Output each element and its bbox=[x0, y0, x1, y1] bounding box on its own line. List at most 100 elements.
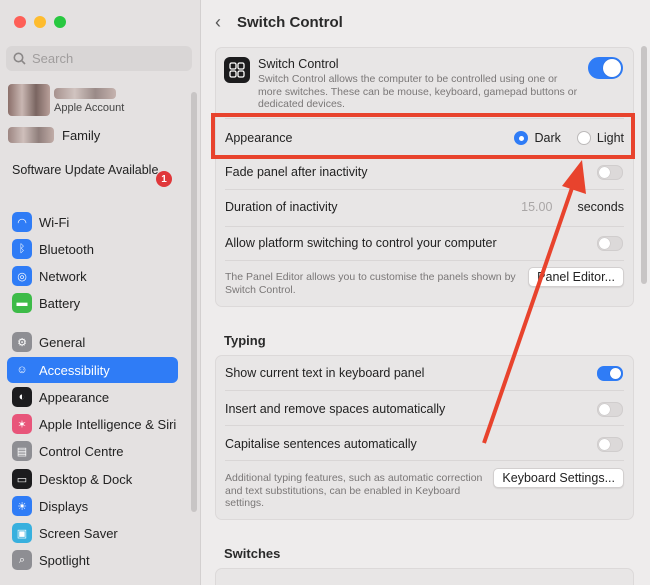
apple-account-item[interactable]: Apple Account bbox=[8, 84, 188, 118]
appearance-icon: ◐ bbox=[12, 387, 32, 407]
switch-control-card: Switch Control Switch Control allows the… bbox=[215, 47, 634, 307]
family-item[interactable]: Family bbox=[8, 126, 188, 146]
sidebar-item-bluetooth[interactable]: ᛒ Bluetooth bbox=[7, 236, 178, 262]
sidebar-item-label: Appearance bbox=[39, 389, 110, 405]
search-placeholder: Search bbox=[32, 51, 74, 66]
sidebar-item-screen-saver[interactable]: ▣ Screen Saver bbox=[7, 520, 178, 546]
gear-icon: ⚙ bbox=[12, 332, 32, 352]
insert-spaces-toggle[interactable] bbox=[597, 402, 623, 417]
duration-row: Duration of inactivity 15.00 ↕ seconds bbox=[225, 197, 624, 217]
minimize-window-button[interactable] bbox=[34, 16, 46, 28]
sidebar-item-label: Screen Saver bbox=[39, 525, 118, 541]
fade-panel-label: Fade panel after inactivity bbox=[225, 165, 368, 179]
divider bbox=[225, 226, 624, 227]
duration-value[interactable]: 15.00 bbox=[521, 200, 552, 214]
sidebar-item-label: Control Centre bbox=[39, 443, 124, 459]
switch-control-description: Switch Control allows the computer to be… bbox=[258, 73, 578, 110]
display-icon: ☀ bbox=[12, 496, 32, 516]
sidebar-item-label: Network bbox=[39, 268, 87, 284]
dock-icon: ▭ bbox=[12, 469, 32, 489]
show-text-row: Show current text in keyboard panel bbox=[225, 363, 624, 383]
screen-saver-icon: ▣ bbox=[12, 523, 32, 543]
search-icon bbox=[13, 52, 26, 65]
account-name-redacted bbox=[54, 88, 116, 99]
switch-control-toggle[interactable] bbox=[588, 57, 623, 79]
sidebar-item-general[interactable]: ⚙ General bbox=[7, 329, 178, 355]
divider bbox=[225, 189, 624, 190]
sidebar-item-appearance[interactable]: ◐ Appearance bbox=[7, 384, 178, 410]
sidebar-item-network[interactable]: ◎ Network bbox=[7, 263, 178, 289]
sidebar-item-label: Apple Intelligence & Siri bbox=[39, 416, 177, 432]
show-text-label: Show current text in keyboard panel bbox=[225, 366, 425, 380]
siri-icon: ✶ bbox=[12, 414, 32, 434]
sidebar: Search Apple Account Family Software Upd… bbox=[0, 0, 201, 585]
sidebar-item-displays[interactable]: ☀ Displays bbox=[7, 493, 178, 519]
family-avatar bbox=[8, 127, 54, 143]
fade-panel-row: Fade panel after inactivity bbox=[225, 162, 624, 182]
show-text-toggle[interactable] bbox=[597, 366, 623, 381]
duration-label: Duration of inactivity bbox=[225, 200, 338, 214]
accessibility-icon: ☺ bbox=[12, 360, 32, 380]
duration-stepper[interactable]: ↕ bbox=[562, 202, 567, 213]
light-radio[interactable] bbox=[576, 131, 591, 145]
update-badge: 1 bbox=[156, 171, 172, 187]
sidebar-item-label: Accessibility bbox=[39, 362, 110, 378]
typing-heading: Typing bbox=[224, 333, 266, 348]
divider bbox=[225, 390, 624, 391]
software-update-item[interactable]: Software Update Available bbox=[12, 163, 162, 178]
sidebar-item-label: Bluetooth bbox=[39, 241, 94, 257]
switch-control-title: Switch Control bbox=[258, 57, 339, 71]
page-title: Switch Control bbox=[237, 13, 343, 31]
light-option-label: Light bbox=[596, 131, 624, 145]
panel-editor-button[interactable]: Panel Editor... bbox=[528, 267, 624, 287]
back-chevron-icon[interactable]: ‹ bbox=[215, 12, 221, 33]
typing-card: Show current text in keyboard panel Inse… bbox=[215, 355, 634, 520]
sidebar-item-label: General bbox=[39, 334, 86, 350]
insert-spaces-row: Insert and remove spaces automatically bbox=[225, 399, 624, 419]
sidebar-item-battery[interactable]: ▬ Battery bbox=[7, 290, 178, 316]
sidebar-item-label: Spotlight bbox=[39, 552, 90, 568]
capitalise-row: Capitalise sentences automatically bbox=[225, 434, 624, 454]
sidebar-scrollbar[interactable] bbox=[191, 92, 197, 512]
sidebar-item-label: Battery bbox=[39, 295, 81, 311]
sidebar-item-label: Displays bbox=[39, 498, 89, 514]
wifi-icon: ◠ bbox=[12, 212, 32, 232]
appearance-row: Appearance Dark Light bbox=[225, 128, 624, 148]
appearance-label: Appearance bbox=[225, 131, 293, 145]
main-panel: ‹ Switch Control Switch Control Switch C… bbox=[201, 0, 650, 585]
sidebar-item-label: Desktop & Dock bbox=[39, 471, 133, 487]
sidebar-item-label: Wi-Fi bbox=[39, 214, 70, 230]
panel-editor-description: The Panel Editor allows you to customise… bbox=[225, 271, 516, 296]
family-label: Family bbox=[62, 128, 101, 143]
fade-panel-toggle[interactable] bbox=[597, 165, 623, 180]
sidebar-item-control-centre[interactable]: ▤ Control Centre bbox=[7, 438, 178, 464]
platform-switching-toggle[interactable] bbox=[597, 236, 623, 251]
apple-account-label: Apple Account bbox=[54, 102, 125, 114]
account-avatar bbox=[8, 84, 50, 116]
spotlight-icon: ⌕ bbox=[12, 550, 32, 570]
globe-icon: ◎ bbox=[12, 266, 32, 286]
sidebar-item-spotlight[interactable]: ⌕ Spotlight bbox=[7, 547, 178, 573]
zoom-window-button[interactable] bbox=[54, 16, 66, 28]
divider bbox=[225, 118, 624, 119]
platform-switching-row: Allow platform switching to control your… bbox=[225, 233, 624, 253]
capitalise-label: Capitalise sentences automatically bbox=[225, 437, 417, 451]
sidebar-item-apple-intelligence-siri[interactable]: ✶ Apple Intelligence & Siri bbox=[7, 411, 178, 437]
keyboard-settings-button[interactable]: Keyboard Settings... bbox=[493, 468, 624, 488]
divider bbox=[225, 425, 624, 426]
insert-spaces-label: Insert and remove spaces automatically bbox=[225, 402, 446, 416]
capitalise-toggle[interactable] bbox=[597, 437, 623, 452]
switch-control-app-icon bbox=[224, 57, 250, 83]
battery-icon: ▬ bbox=[12, 293, 32, 313]
divider bbox=[225, 460, 624, 461]
dark-radio[interactable] bbox=[514, 131, 529, 145]
close-window-button[interactable] bbox=[14, 16, 26, 28]
sidebar-item-desktop-dock[interactable]: ▭ Desktop & Dock bbox=[7, 466, 178, 492]
divider bbox=[225, 260, 624, 261]
dark-option-label: Dark bbox=[534, 131, 561, 145]
sidebar-item-accessibility[interactable]: ☺ Accessibility bbox=[7, 357, 178, 383]
search-field[interactable]: Search bbox=[6, 46, 192, 71]
switches-heading: Switches bbox=[224, 546, 281, 561]
sidebar-item-wi-fi[interactable]: ◠ Wi-Fi bbox=[7, 209, 178, 235]
main-scrollbar[interactable] bbox=[641, 46, 647, 284]
